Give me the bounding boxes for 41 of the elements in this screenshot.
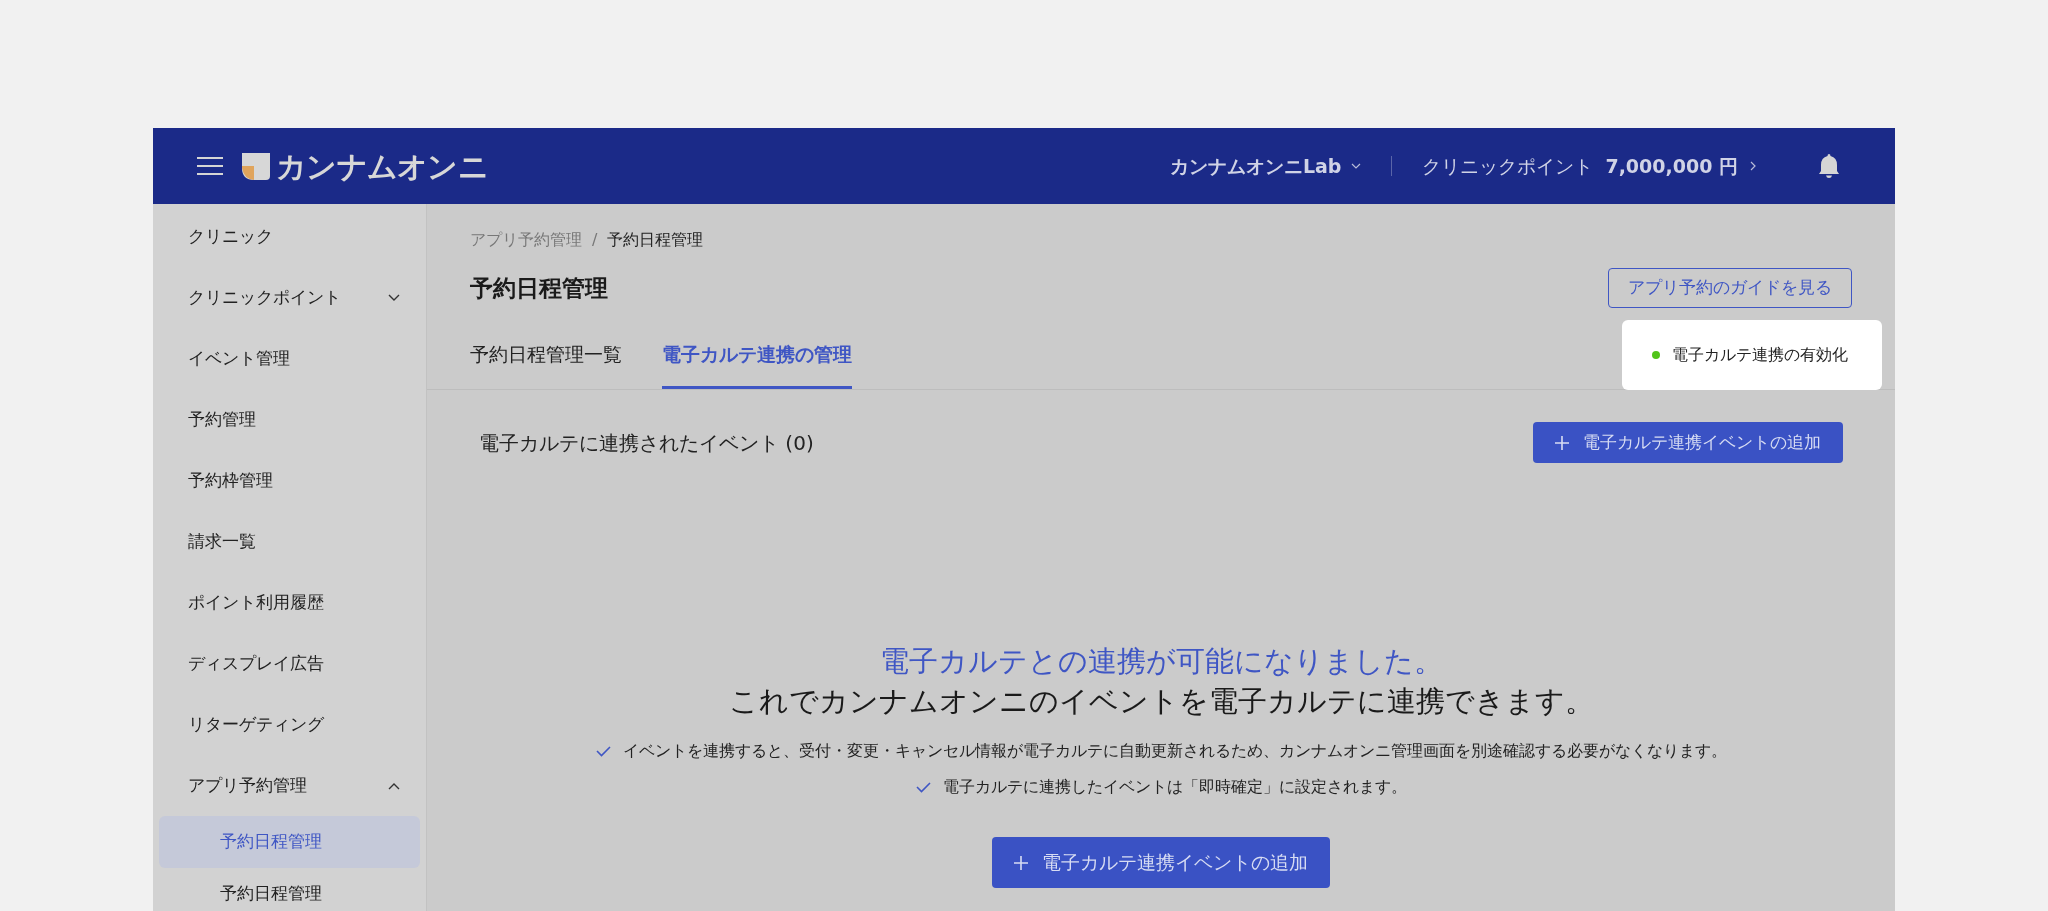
- menu-icon[interactable]: [197, 156, 223, 176]
- sidebar-item[interactable]: ディスプレイ広告: [159, 633, 420, 694]
- breadcrumb-item: 予約日程管理: [607, 229, 704, 251]
- chevron-up-icon: [388, 781, 400, 790]
- integration-toggle-label: 電子カルテ連携の有効化: [1672, 344, 1848, 366]
- check-icon: [595, 745, 611, 757]
- brand-name: カンナムオンニ: [276, 147, 488, 186]
- tab[interactable]: 電子カルテ連携の管理: [662, 323, 852, 389]
- sidebar-item[interactable]: 予約枠管理: [159, 450, 420, 511]
- bell-icon[interactable]: [1818, 153, 1840, 179]
- info-text: イベントを連携すると、受付・変更・キャンセル情報が電子カルテに自動更新されるため、カンナムオンニ管理画面を別途確認する必要がなくなります。: [622, 740, 1727, 762]
- empty-state-subline: これでカンナムオンニのイベントを電子カルテに連携できます。: [728, 683, 1594, 720]
- plus-icon: [1555, 435, 1569, 450]
- sidebar-item[interactable]: 予約管理: [159, 389, 420, 450]
- logo-icon: [240, 150, 272, 182]
- info-text: 電子カルテに連携したイベントは「即時確定」に設定されます。: [942, 776, 1407, 798]
- sidebar-item[interactable]: クリニックポイント: [159, 267, 420, 328]
- sidebar-item[interactable]: イベント管理: [159, 328, 420, 389]
- clinic-points-link[interactable]: クリニックポイント 7,000,000 円: [1422, 151, 1756, 181]
- empty-state-headline: 電子カルテとの連携が可能になりました。: [879, 643, 1443, 680]
- sidebar-item[interactable]: クリニック: [159, 206, 420, 267]
- guide-button[interactable]: アプリ予約のガイドを見る: [1608, 268, 1852, 308]
- sidebar-item[interactable]: アプリ予約管理: [159, 755, 420, 816]
- tab[interactable]: 予約日程管理一覧: [470, 323, 622, 389]
- add-event-button[interactable]: 電子カルテ連携イベントの追加: [1533, 422, 1843, 463]
- breadcrumb-separator: /: [592, 229, 598, 251]
- sidebar-subitem[interactable]: 予約日程管理: [159, 816, 420, 868]
- sidebar-subitem[interactable]: 予約日程管理: [159, 868, 420, 911]
- chevron-down-icon: [1351, 163, 1362, 169]
- page-title: 予約日程管理: [470, 273, 608, 303]
- sidebar-item[interactable]: 請求一覧: [159, 511, 420, 572]
- account-selector[interactable]: カンナムオンニLab: [1169, 151, 1362, 181]
- integration-toggle-card[interactable]: 電子カルテ連携の有効化: [1622, 320, 1882, 390]
- plus-icon: [1014, 855, 1028, 870]
- chevron-right-icon: [1750, 161, 1756, 171]
- add-event-button[interactable]: 電子カルテ連携イベントの追加: [992, 837, 1330, 888]
- sidebar-item[interactable]: ポイント利用履歴: [159, 572, 420, 633]
- check-icon: [915, 781, 931, 793]
- sidebar-item[interactable]: リターゲティング: [159, 694, 420, 755]
- chevron-down-icon: [388, 293, 400, 302]
- section-title: 電子カルテに連携されたイベント (0): [479, 429, 814, 457]
